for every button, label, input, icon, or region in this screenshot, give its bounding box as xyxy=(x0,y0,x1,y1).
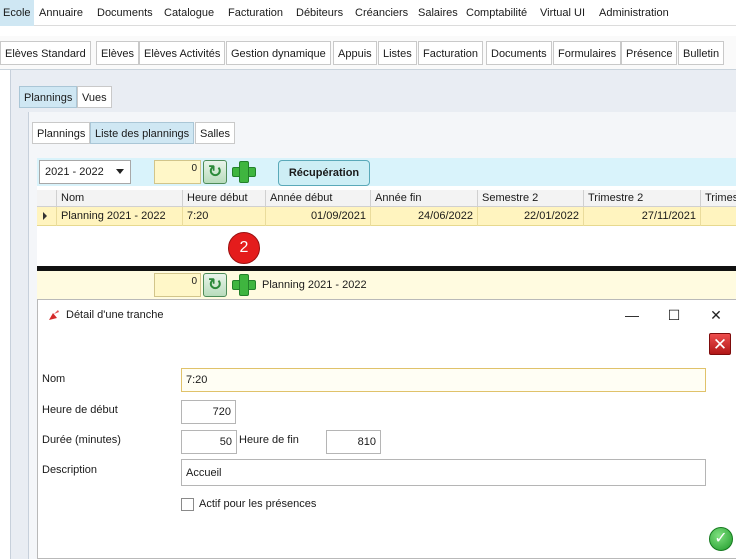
duree-input[interactable] xyxy=(181,430,237,454)
step-badge: 2 xyxy=(228,232,260,264)
year-select[interactable]: 2021 - 2022 xyxy=(39,160,131,184)
cell-semestre-2[interactable]: 22/01/2022 xyxy=(478,207,584,226)
tab-listes[interactable]: Listes xyxy=(378,41,417,65)
heure-fin-input[interactable] xyxy=(326,430,381,454)
plus-icon-center xyxy=(240,168,248,176)
main-menu-bar: Ecole Annuaire Documents Catalogue Factu… xyxy=(0,0,736,26)
menu-item-catalogue[interactable]: Catalogue xyxy=(164,0,214,26)
menu-item-facturation[interactable]: Facturation xyxy=(228,0,283,26)
planning-toolbar xyxy=(37,158,736,186)
heure-debut-input[interactable] xyxy=(181,400,236,424)
delete-icon[interactable]: ✕ xyxy=(709,333,731,355)
tab-eleves-activites[interactable]: Elèves Activités xyxy=(139,41,226,65)
minimize-icon[interactable]: — xyxy=(618,304,646,326)
tab-plannings-inner[interactable]: Plannings xyxy=(32,122,91,144)
chevron-down-icon[interactable] xyxy=(116,169,124,174)
col-header-semestre-2[interactable]: Semestre 2 xyxy=(478,190,584,207)
tab-gestion-dynamique[interactable]: Gestion dynamique xyxy=(226,41,331,65)
table-row[interactable]: Planning 2021 - 2022 7:20 01/09/2021 24/… xyxy=(37,207,736,226)
tab-salles[interactable]: Salles xyxy=(195,122,235,144)
cell-nom[interactable]: Planning 2021 - 2022 xyxy=(57,207,183,226)
menu-item-documents[interactable]: Documents xyxy=(97,0,153,26)
menu-item-ecole[interactable]: Ecole xyxy=(0,0,34,26)
menu-item-comptabilite[interactable]: Comptabilité xyxy=(466,0,527,26)
col-header-annee-debut[interactable]: Année début xyxy=(266,190,371,207)
menu-item-administration[interactable]: Administration xyxy=(599,0,669,26)
actif-label: Actif pour les présences xyxy=(199,498,317,510)
dialog-title: Détail d'une tranche xyxy=(66,309,164,321)
tab-eleves-standard[interactable]: Elèves Standard xyxy=(0,41,91,65)
cell-annee-debut[interactable]: 01/09/2021 xyxy=(266,207,371,226)
cell-heure-debut[interactable]: 7:20 xyxy=(183,207,266,226)
tab-appuis[interactable]: Appuis xyxy=(333,41,377,65)
tranche-count-field: 0 xyxy=(154,273,201,297)
actif-checkbox[interactable] xyxy=(181,498,194,511)
menu-item-virtual-ui[interactable]: Virtual UI xyxy=(540,0,585,26)
add-planning-button[interactable] xyxy=(231,160,257,184)
description-label: Description xyxy=(42,464,98,476)
heure-fin-label: Heure de fin xyxy=(239,434,299,446)
close-icon[interactable]: ✕ xyxy=(702,304,730,326)
col-header-annee-fin[interactable]: Année fin xyxy=(371,190,478,207)
description-input[interactable] xyxy=(181,459,706,486)
heure-debut-label: Heure de début xyxy=(42,404,118,416)
tab-formulaires[interactable]: Formulaires xyxy=(553,41,622,65)
plus-icon-center xyxy=(240,281,248,289)
col-header-nom[interactable]: Nom xyxy=(57,190,183,207)
duree-label: Durée (minutes) xyxy=(42,434,121,446)
menu-item-creanciers[interactable]: Créanciers xyxy=(355,0,408,26)
col-header-heure-debut[interactable]: Heure début xyxy=(183,190,266,207)
tab-eleves[interactable]: Elèves xyxy=(96,41,140,65)
maximize-icon[interactable]: ☐ xyxy=(660,304,688,326)
refresh-icon[interactable]: ↻ xyxy=(203,160,227,184)
dialog-app-icon xyxy=(49,310,59,320)
cell-annee-fin[interactable]: 24/06/2022 xyxy=(371,207,478,226)
row-indicator-cell xyxy=(37,207,57,226)
menu-item-annuaire[interactable]: Annuaire xyxy=(39,0,83,26)
module-tab-strip: Elèves Standard Elèves Elèves Activités … xyxy=(0,36,736,70)
nom-label: Nom xyxy=(42,373,66,385)
tranche-toolbar xyxy=(37,271,736,299)
tab-presence[interactable]: Présence xyxy=(621,41,678,65)
cell-trimestre-3[interactable] xyxy=(701,207,736,226)
nom-input[interactable] xyxy=(181,368,706,392)
menu-item-debiteurs[interactable]: Débiteurs xyxy=(296,0,343,26)
tab-liste-des-plannings[interactable]: Liste des plannings xyxy=(90,122,195,144)
planning-grid: Nom Heure début Année début Année fin Se… xyxy=(37,186,736,266)
add-tranche-button[interactable] xyxy=(231,273,257,297)
refresh-glyph: ↻ xyxy=(207,275,223,294)
record-count-field: 0 xyxy=(154,160,201,184)
tab-facturation[interactable]: Facturation xyxy=(418,41,484,65)
recuperation-button[interactable]: Récupération xyxy=(278,160,370,186)
tab-bulletin[interactable]: Bulletin xyxy=(678,41,725,65)
grid-header: Nom Heure début Année début Année fin Se… xyxy=(37,190,736,207)
col-header-trimestre-3[interactable]: Trimes xyxy=(701,190,736,207)
year-select-value: 2021 - 2022 xyxy=(45,166,104,178)
grid-header-indicator xyxy=(37,190,57,207)
refresh-icon[interactable]: ↻ xyxy=(203,273,227,297)
tranche-detail-dialog: Détail d'une tranche — ☐ ✕ ✕ Nom Heure d… xyxy=(37,299,736,559)
tab-vues[interactable]: Vues xyxy=(77,86,112,108)
tab-plannings-outer[interactable]: Plannings xyxy=(19,86,78,108)
row-indicator-icon xyxy=(43,212,47,220)
menu-item-salaires[interactable]: Salaires xyxy=(418,0,458,26)
col-header-trimestre-2[interactable]: Trimestre 2 xyxy=(584,190,701,207)
cell-trimestre-2[interactable]: 27/11/2021 xyxy=(584,207,701,226)
selected-planning-label: Planning 2021 - 2022 xyxy=(262,279,367,291)
tab-documents[interactable]: Documents xyxy=(486,41,552,65)
refresh-glyph: ↻ xyxy=(207,162,223,181)
ok-check-icon[interactable]: ✓ xyxy=(709,527,733,551)
